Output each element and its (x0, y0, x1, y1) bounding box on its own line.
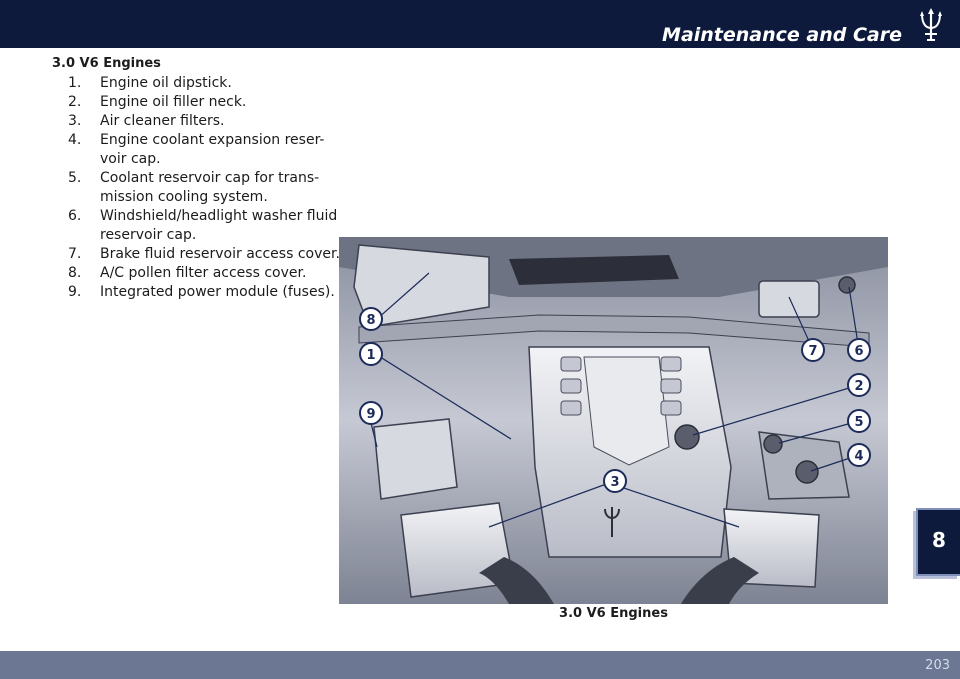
item-number: 9. (68, 284, 82, 300)
item-number: 4. (68, 132, 82, 148)
list-item: 7. Brake fluid reservoir access cover. (52, 245, 342, 264)
section-title: Maintenance and Care (662, 24, 902, 46)
oil-filler-cap (674, 424, 700, 450)
list-item: 1. Engine oil dipstick. (52, 74, 342, 93)
callout-label-7: 7 (808, 344, 817, 359)
item-text: Engine coolant expansion reser-voir cap. (100, 132, 325, 167)
callout-label-2: 2 (854, 379, 863, 394)
item-number: 8. (68, 265, 82, 281)
callout-label-1: 1 (366, 348, 375, 363)
callout-2: 2 (847, 373, 871, 397)
component-list: 1. Engine oil dipstick. 2. Engine oil fill… (52, 74, 342, 302)
item-text: Brake fluid reservoir access cover. (100, 246, 340, 262)
washer-cap (838, 276, 856, 294)
callout-label-9: 9 (366, 407, 375, 422)
list-item: 9. Integrated power module (fuses). (52, 283, 342, 302)
callout-7: 7 (801, 338, 825, 362)
callout-6: 6 (847, 338, 871, 362)
callout-label-5: 5 (854, 415, 863, 430)
list-item: 2. Engine oil filler neck. (52, 93, 342, 112)
item-text: A/C pollen filter access cover. (100, 265, 307, 281)
callout-label-6: 6 (854, 344, 863, 359)
item-text: Engine oil filler neck. (100, 94, 247, 110)
callout-3: 3 (603, 469, 627, 493)
item-number: 2. (68, 94, 82, 110)
chapter-number: 8 (932, 528, 946, 552)
trident-logo-icon (920, 8, 942, 41)
list-item: 3. Air cleaner filters. (52, 112, 342, 131)
chapter-tab[interactable]: 8 (916, 508, 960, 576)
item-number: 6. (68, 208, 82, 224)
item-text: Integrated power module (fuses). (100, 284, 335, 300)
list-item: 5. Coolant reservoir cap for trans-missio… (52, 169, 342, 207)
item-text: Coolant reservoir cap for trans-mission … (100, 170, 320, 205)
item-number: 1. (68, 75, 82, 91)
callout-label-4: 4 (854, 449, 863, 464)
item-text: Windshield/headlight washer fluid reserv… (100, 208, 338, 243)
item-text: Air cleaner filters. (100, 113, 225, 129)
coolant-cap-5 (763, 434, 783, 454)
content-heading: 3.0 V6 Engines (52, 56, 161, 71)
callout-1: 1 (359, 342, 383, 366)
brake-fluid-cover (758, 280, 820, 318)
callout-4: 4 (847, 443, 871, 467)
power-module (373, 418, 458, 500)
coolant-cap-4 (795, 460, 819, 484)
callout-8: 8 (359, 307, 383, 331)
callout-label-3: 3 (610, 475, 619, 490)
callout-label-8: 8 (366, 313, 375, 328)
callout-9: 9 (359, 401, 383, 425)
list-item: 8. A/C pollen filter access cover. (52, 264, 342, 283)
engine-cover-center (583, 356, 670, 466)
item-number: 5. (68, 170, 82, 186)
header-bar: Maintenance and Care (0, 0, 960, 48)
figure-caption: 3.0 V6 Engines (559, 606, 668, 621)
page-number: 203 (925, 658, 950, 673)
item-number: 3. (68, 113, 82, 129)
item-number: 7. (68, 246, 82, 262)
item-text: Engine oil dipstick. (100, 75, 232, 91)
footer-bar: 203 (0, 651, 960, 679)
list-item: 6. Windshield/headlight washer fluid rese… (52, 207, 342, 245)
list-item: 4. Engine coolant expansion reser-voir ca… (52, 131, 342, 169)
callout-5: 5 (847, 409, 871, 433)
engine-bay-illustration: 8 1 9 3 7 6 2 5 4 (339, 237, 888, 604)
